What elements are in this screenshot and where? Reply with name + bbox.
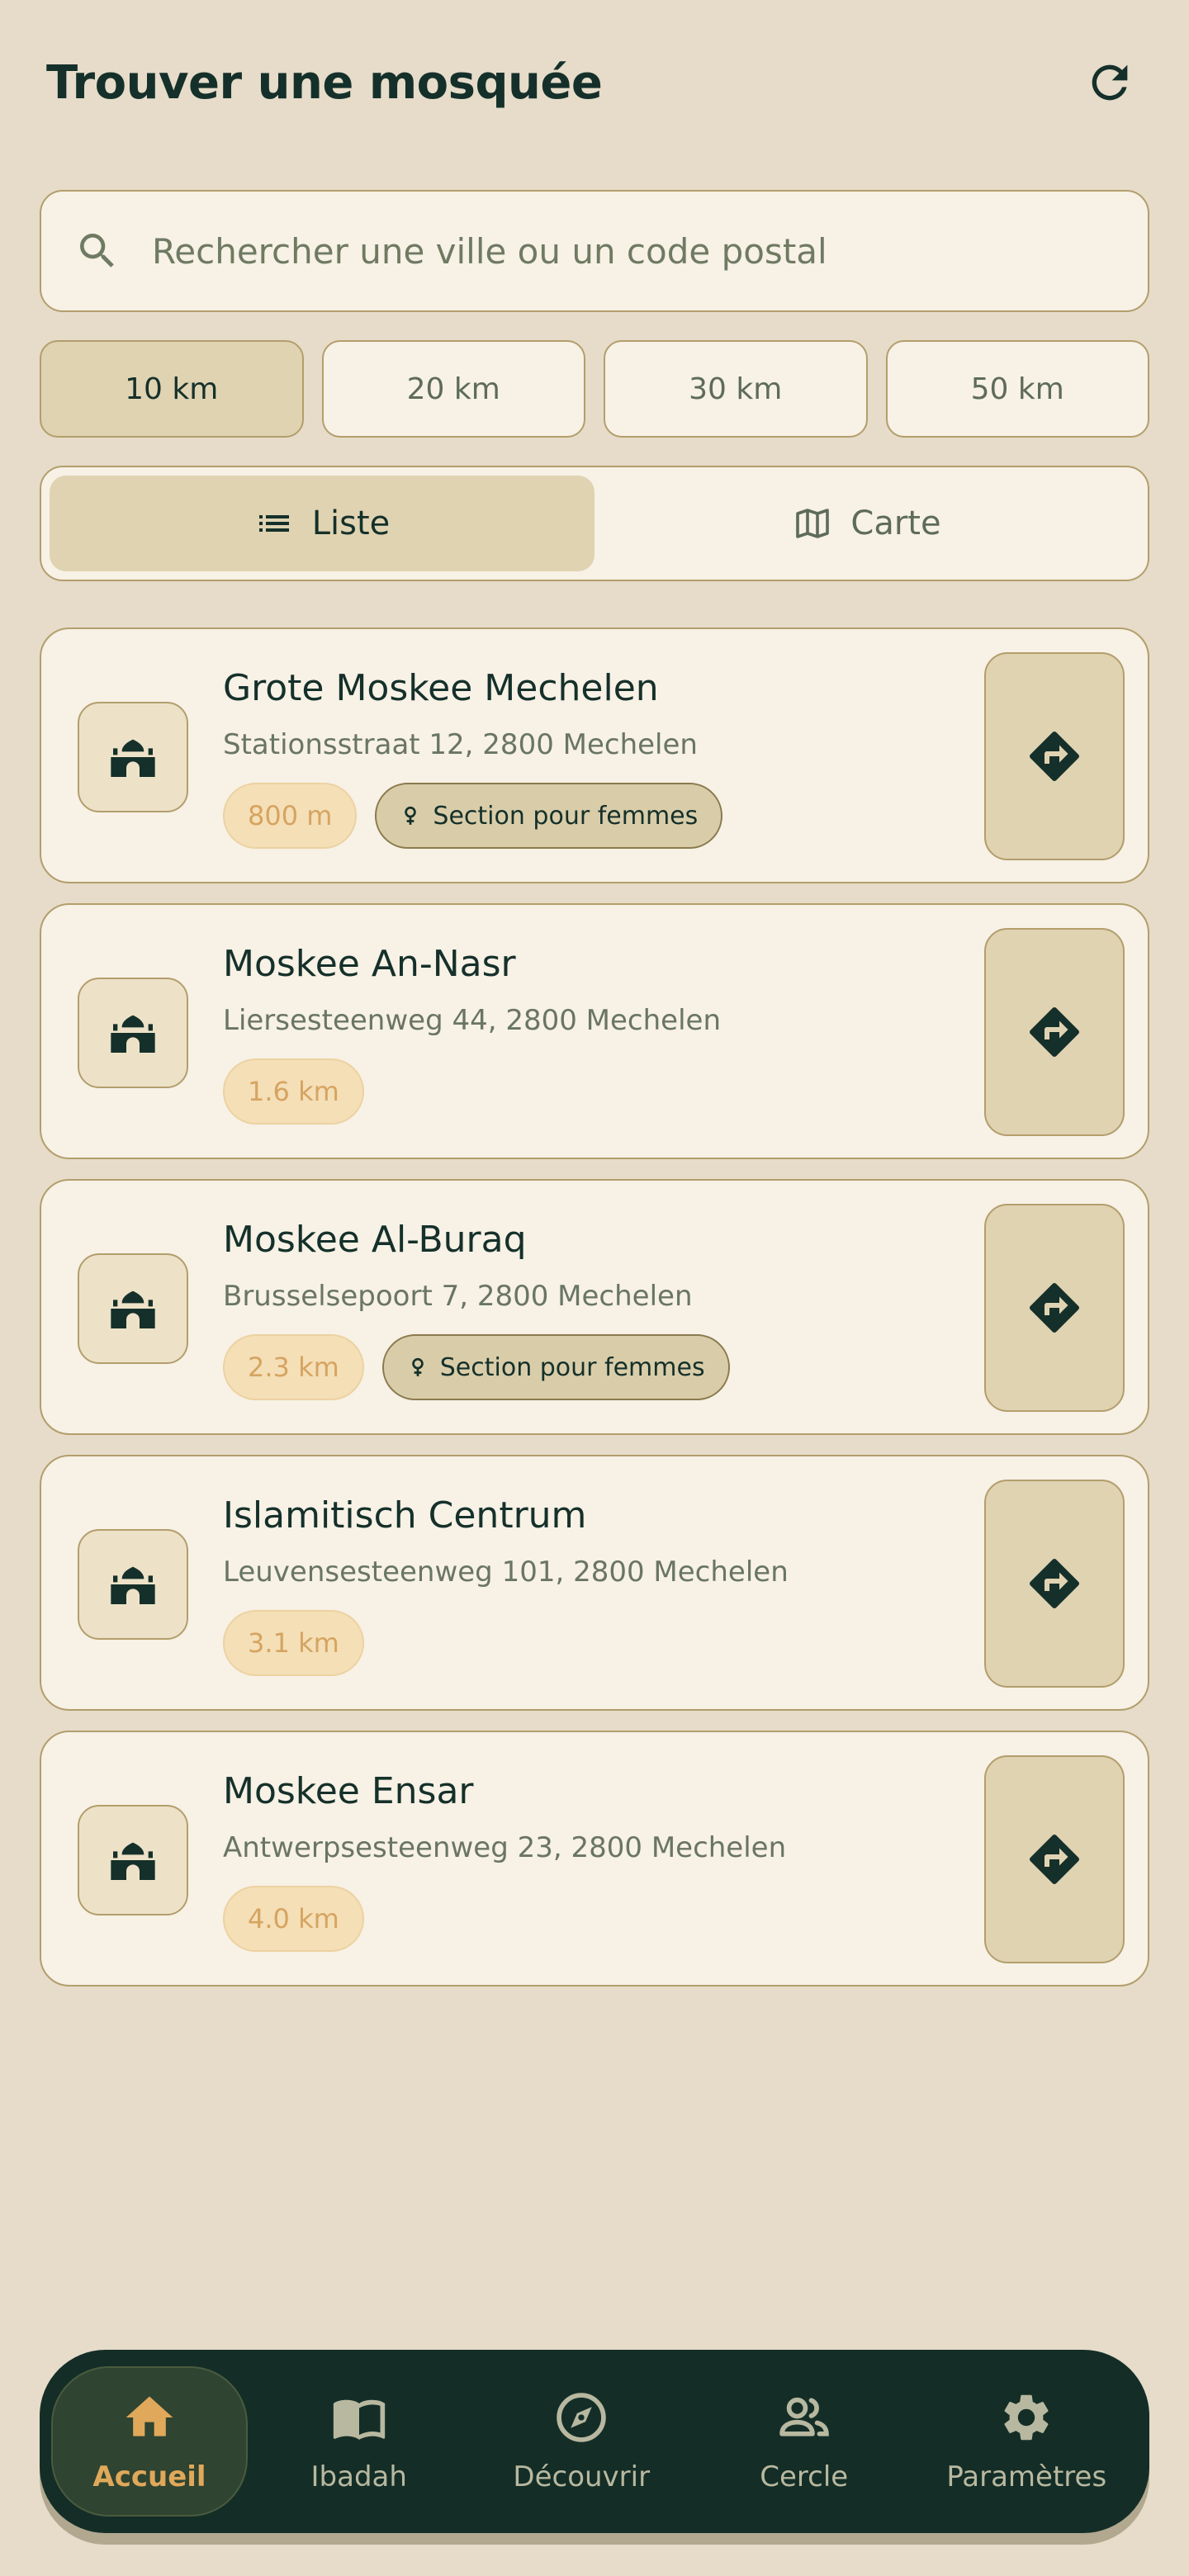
distance-badge: 800 m — [223, 783, 358, 849]
female-icon — [405, 806, 417, 825]
mosque-tags: 1.6 km — [223, 1058, 364, 1125]
nav-label: Découvrir — [513, 2460, 651, 2493]
mosque-badge — [78, 1805, 188, 1915]
radius-chip-50[interactable]: 50 km — [885, 340, 1149, 438]
search-input[interactable] — [152, 230, 1060, 272]
mosque-name: Moskee Al-Buraq — [223, 1219, 527, 1261]
radius-chip-10[interactable]: 10 km — [40, 340, 304, 438]
mosque-card[interactable]: Moskee Ensar Antwerpsesteenweg 23, 2800 … — [40, 1731, 1149, 1986]
header: Trouver une mosquée — [46, 46, 1143, 119]
bottom-nav: Accueil Ibadah Découvrir Cercle Paramètr… — [40, 2350, 1149, 2533]
page-title: Trouver une mosquée — [46, 55, 603, 110]
nav-item-parametres[interactable]: Paramètres — [916, 2366, 1139, 2517]
mosque-icon — [111, 1011, 155, 1053]
mosque-address: Leuvensesteenweg 101, 2800 Mechelen — [223, 1556, 789, 1589]
women-section-badge: Section pour femmes — [381, 1334, 730, 1400]
book-icon — [333, 2399, 385, 2440]
mosque-icon — [111, 1562, 155, 1604]
mosque-name: Moskee Ensar — [223, 1770, 474, 1812]
mosque-card[interactable]: Moskee Al-Buraq Brusselsepoort 7, 2800 M… — [40, 1179, 1149, 1435]
women-section-label: Section pour femmes — [439, 1352, 705, 1382]
directions-icon — [1029, 1006, 1080, 1058]
mosque-card[interactable]: Grote Moskee Mechelen Stationsstraat 12,… — [40, 627, 1149, 883]
distance-badge: 2.3 km — [223, 1334, 364, 1400]
mosque-name: Islamitisch Centrum — [223, 1494, 587, 1537]
women-section-label: Section pour femmes — [433, 801, 699, 831]
mosque-icon — [111, 735, 155, 777]
distance-badge: 3.1 km — [223, 1610, 364, 1676]
map-view-label: Carte — [850, 504, 941, 542]
directions-icon — [1029, 1558, 1080, 1609]
directions-icon — [1029, 1282, 1080, 1333]
radius-chip-20[interactable]: 20 km — [321, 340, 585, 438]
nav-label: Cercle — [760, 2460, 849, 2493]
people-icon — [779, 2397, 829, 2436]
search-icon — [80, 234, 114, 268]
mosque-tags: 3.1 km — [223, 1610, 364, 1676]
list-view-button[interactable]: Liste — [50, 476, 594, 571]
mosque-name: Moskee An-Nasr — [223, 943, 516, 985]
nav-item-ibadah[interactable]: Ibadah — [248, 2366, 471, 2517]
nav-label: Accueil — [92, 2460, 206, 2493]
list-view-label: Liste — [311, 504, 391, 542]
gear-icon — [1004, 2394, 1049, 2441]
mosque-tags: 800 m Section pour femmes — [223, 783, 723, 849]
nav-label: Ibadah — [310, 2460, 407, 2493]
mosque-tags: 2.3 km Section pour femmes — [223, 1334, 730, 1400]
directions-icon — [1029, 1834, 1080, 1885]
mosque-address: Antwerpsesteenweg 23, 2800 Mechelen — [223, 1831, 787, 1864]
mosque-icon — [111, 1286, 155, 1328]
mosque-badge — [78, 702, 188, 812]
compass-icon — [557, 2393, 606, 2442]
mosque-name: Grote Moskee Mechelen — [223, 667, 659, 709]
mosque-address: Liersesteenweg 44, 2800 Mechelen — [223, 1004, 722, 1037]
nav-item-decouvrir[interactable]: Découvrir — [471, 2366, 694, 2517]
mosque-address: Brusselsepoort 7, 2800 Mechelen — [223, 1280, 693, 1313]
distance-badge: 1.6 km — [223, 1058, 364, 1125]
mosque-card[interactable]: Islamitisch Centrum Leuvensesteenweg 101… — [40, 1455, 1149, 1711]
directions-button[interactable] — [984, 1755, 1125, 1963]
refresh-button[interactable] — [1077, 50, 1143, 116]
directions-icon — [1029, 731, 1080, 782]
list-icon — [258, 515, 289, 532]
map-view-button[interactable]: Carte — [594, 476, 1139, 571]
map-icon — [796, 509, 830, 538]
directions-button[interactable] — [984, 928, 1125, 1136]
radius-chip-30[interactable]: 30 km — [604, 340, 868, 438]
nav-label: Paramètres — [946, 2460, 1107, 2493]
mosque-badge — [78, 978, 188, 1088]
home-icon — [126, 2396, 173, 2436]
mosque-badge — [78, 1253, 188, 1364]
refresh-icon — [1092, 64, 1128, 101]
search-bar[interactable] — [40, 190, 1149, 312]
mosque-address: Stationsstraat 12, 2800 Mechelen — [223, 728, 698, 761]
female-icon — [411, 1357, 424, 1376]
nav-item-cercle[interactable]: Cercle — [693, 2366, 916, 2517]
distance-badge: 4.0 km — [223, 1886, 364, 1952]
mosque-list: Grote Moskee Mechelen Stationsstraat 12,… — [40, 627, 1149, 2006]
mosque-icon — [111, 1838, 155, 1880]
mosque-card[interactable]: Moskee An-Nasr Liersesteenweg 44, 2800 M… — [40, 903, 1149, 1159]
directions-button[interactable] — [984, 652, 1125, 860]
mosque-tags: 4.0 km — [223, 1886, 364, 1952]
directions-button[interactable] — [984, 1204, 1125, 1412]
view-toggle: Liste Carte — [40, 466, 1149, 581]
directions-button[interactable] — [984, 1480, 1125, 1688]
nav-item-accueil[interactable]: Accueil — [51, 2366, 248, 2517]
radius-filter: 10 km 20 km 30 km 50 km — [40, 340, 1149, 438]
mosque-badge — [78, 1529, 188, 1640]
women-section-badge: Section pour femmes — [375, 783, 723, 849]
